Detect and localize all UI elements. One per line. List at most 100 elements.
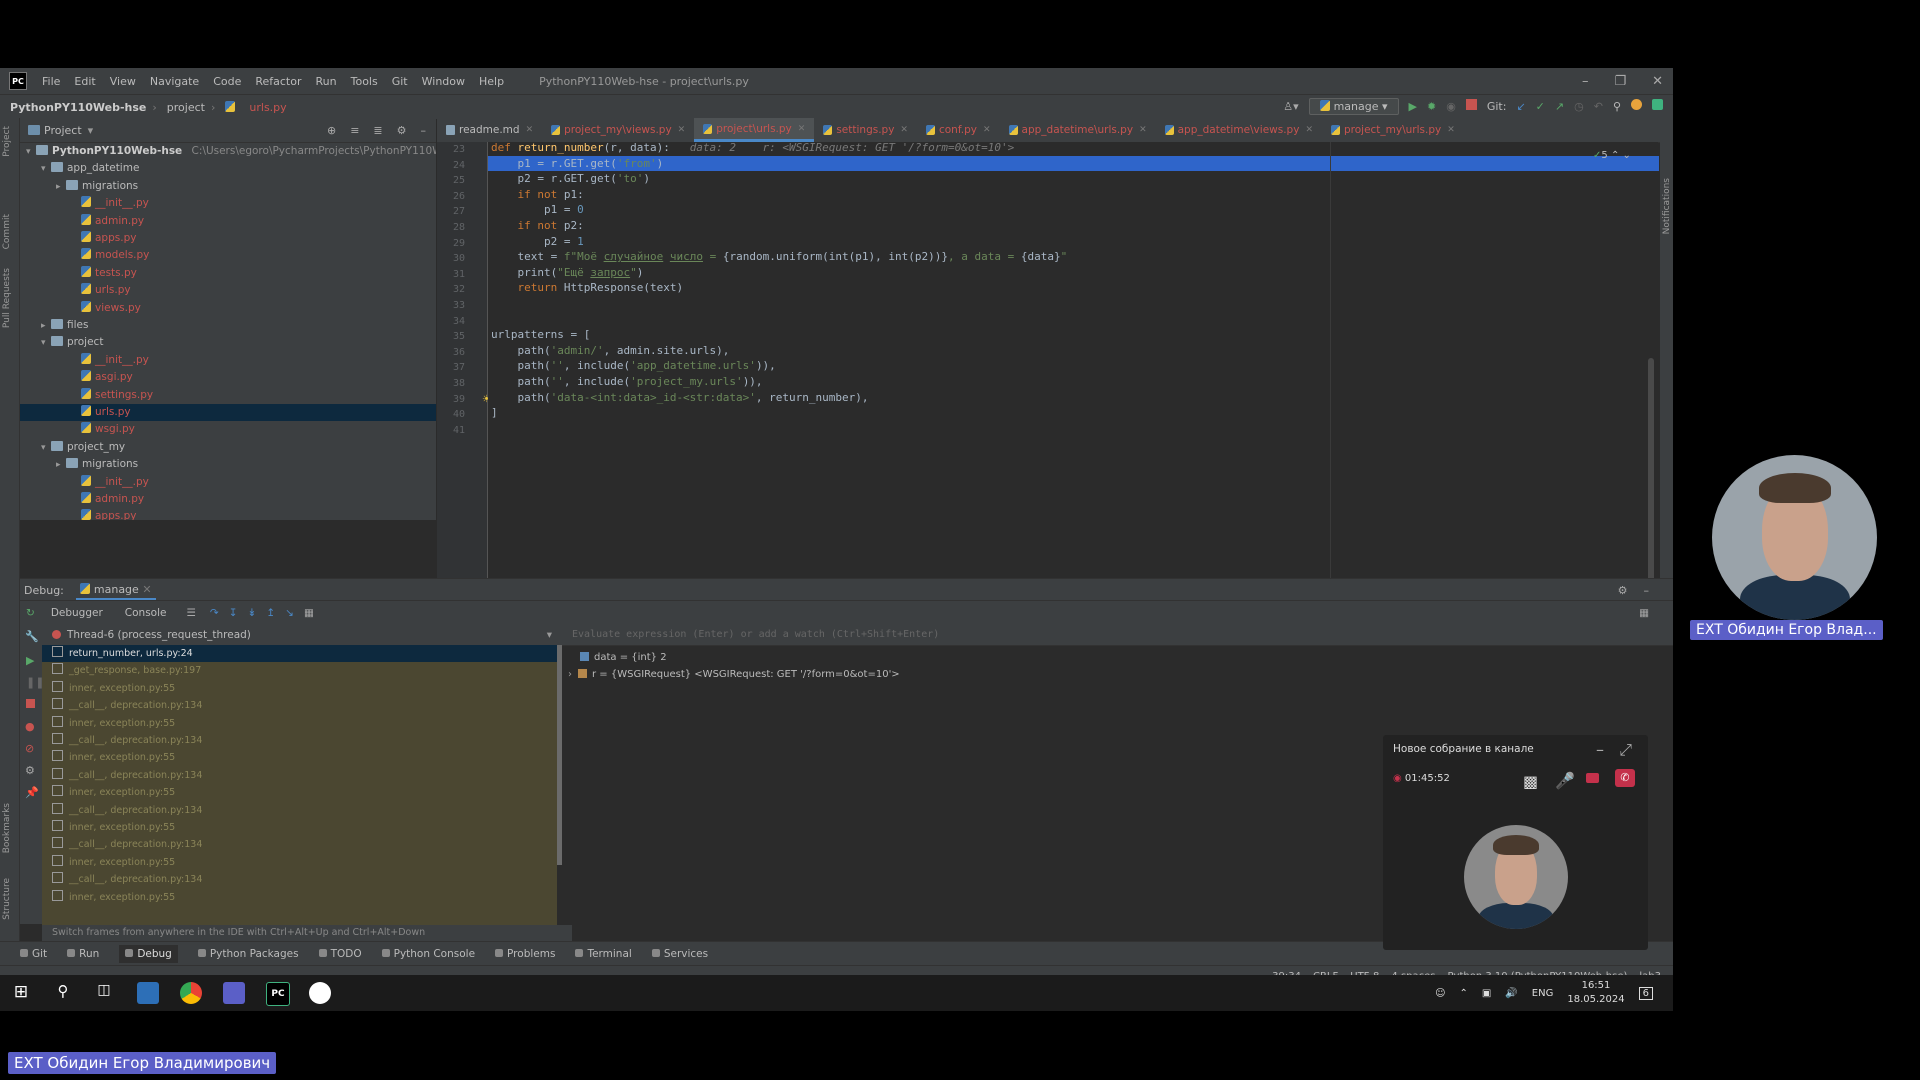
git-update-icon[interactable]: ↙ — [1516, 100, 1525, 113]
git-commit-icon[interactable]: ✓ — [1536, 100, 1545, 113]
code-line[interactable]: return HttpResponse(text) — [491, 280, 684, 296]
editor-tab[interactable]: app_datetime\urls.py ✕ — [1000, 118, 1156, 142]
tree-file[interactable]: __init__.py — [20, 352, 436, 369]
code-line[interactable]: path('admin/', admin.site.urls), — [491, 343, 729, 359]
language-indicator[interactable]: ENG — [1532, 988, 1554, 999]
tree-folder[interactable]: ▸ migrations — [20, 178, 436, 195]
layout-icon[interactable]: ☰ — [186, 607, 195, 619]
code-line[interactable]: p1 = 0 — [491, 202, 584, 218]
variable-data[interactable]: data = {int} 2 — [580, 652, 667, 663]
tab-active[interactable]: project\urls.py ✕ — [694, 118, 815, 142]
call-minimize-icon[interactable]: – — [1596, 740, 1604, 759]
thread-selector[interactable]: Thread-6 (process_request_thread) ▾ — [42, 624, 562, 646]
code-line[interactable]: p2 = r.GET.get('to') — [491, 171, 649, 187]
search-icon[interactable]: ⚲ — [52, 982, 74, 1004]
chevron-down-icon[interactable]: ▾ — [41, 335, 51, 352]
chevron-right-icon[interactable]: ▸ — [41, 318, 51, 335]
task-view-icon[interactable]: ◫ — [93, 982, 115, 1004]
step-into-my-code-icon[interactable]: ↡ — [248, 607, 257, 619]
current-execution-line[interactable]: p1 = r.GET.get('from') — [488, 155, 1659, 172]
stack-frame[interactable]: __call__, deprecation.py:134 — [42, 836, 557, 853]
layout-grid-icon[interactable]: ▦ — [1639, 607, 1649, 619]
stack-frame[interactable]: __call__, deprecation.py:134 — [42, 871, 557, 888]
camera-off-icon[interactable]: ▩ — [1523, 772, 1538, 791]
tool-window-todo[interactable]: TODO — [318, 948, 362, 960]
view-breakpoints-icon[interactable]: ● — [25, 720, 35, 733]
editor-tab[interactable]: readme.md ✕ — [437, 118, 542, 142]
settings-gear-icon[interactable]: ⚙ — [397, 124, 407, 137]
stack-frame[interactable]: inner, exception.py:55 — [42, 749, 557, 766]
debug-icon[interactable]: ✹ — [1427, 100, 1436, 113]
search-everywhere-icon[interactable]: ⚲ — [1613, 100, 1621, 113]
debug-gear-icon[interactable]: ⚙ — [25, 764, 35, 777]
tree-file[interactable]: models.py — [20, 247, 436, 264]
tree-file[interactable]: tests.py — [20, 265, 436, 282]
menu-window[interactable]: Window — [415, 75, 472, 88]
obs-icon[interactable] — [309, 982, 331, 1004]
hang-up-icon[interactable]: ✆ — [1615, 769, 1635, 787]
debug-session-tab[interactable]: manage ✕ — [75, 581, 156, 600]
menu-run[interactable]: Run — [309, 75, 344, 88]
code-line[interactable]: text = f"Моё случайное число = {random.u… — [491, 249, 1067, 265]
tab-close-icon[interactable]: ✕ — [900, 125, 908, 135]
project-tool-label[interactable]: Project — [2, 126, 12, 157]
tab-close-icon[interactable]: ✕ — [1305, 125, 1313, 135]
step-into-icon[interactable]: ↧ — [229, 607, 238, 619]
restore-icon[interactable]: ❐ — [1614, 74, 1626, 89]
commit-tool-label[interactable]: Commit — [2, 214, 12, 249]
coverage-icon[interactable]: ◉ — [1446, 100, 1456, 113]
run-config-selector[interactable]: manage ▾ — [1308, 97, 1399, 115]
editor-tab[interactable]: settings.py ✕ — [814, 118, 917, 142]
debug-hide-icon[interactable]: – — [1644, 584, 1650, 597]
tab-close-icon[interactable]: ✕ — [678, 125, 686, 135]
code-line[interactable]: ] — [491, 405, 498, 421]
notifications-icon[interactable]: 6 — [1638, 986, 1653, 1000]
locate-file-icon[interactable]: ⊕ — [327, 124, 336, 137]
tree-file[interactable]: urls.py — [20, 404, 436, 421]
code-line[interactable]: if not p2: — [491, 218, 584, 234]
mute-breakpoints-icon[interactable]: ⊘ — [25, 742, 34, 755]
chevron-down-icon[interactable]: ▾ — [41, 440, 51, 457]
breadcrumb-folder[interactable]: project — [167, 101, 205, 114]
tray-chevron-icon[interactable]: ⌃ — [1460, 988, 1468, 999]
chevron-right-icon[interactable]: ▸ — [56, 179, 66, 196]
menu-help[interactable]: Help — [472, 75, 511, 88]
tool-window-services[interactable]: Services — [651, 948, 708, 960]
code-line[interactable]: path('', include('app_datetime.urls')), — [491, 358, 775, 374]
tree-folder[interactable]: ▸ migrations — [20, 456, 436, 473]
code-line[interactable]: urlpatterns = [ — [491, 327, 590, 343]
stack-frame[interactable]: __call__, deprecation.py:134 — [42, 697, 557, 714]
variable-r[interactable]: › r = {WSGIRequest} <WSGIRequest: GET '/?… — [568, 669, 900, 680]
notifications-tool-label[interactable]: Notifications — [1662, 178, 1672, 234]
plugins-icon[interactable] — [1652, 99, 1663, 113]
editor-scrollbar[interactable] — [1648, 358, 1654, 598]
network-icon[interactable]: ▣ — [1482, 988, 1491, 999]
menu-edit[interactable]: Edit — [67, 75, 102, 88]
menu-refactor[interactable]: Refactor — [248, 75, 308, 88]
tree-file[interactable]: urls.py — [20, 282, 436, 299]
tree-folder[interactable]: ▾ app_datetime — [20, 160, 436, 177]
stack-frame[interactable]: _get_response, base.py:197 — [42, 662, 557, 679]
pinned-app-icon[interactable] — [137, 982, 159, 1004]
tab-close-icon[interactable]: ✕ — [1447, 125, 1455, 135]
menu-navigate[interactable]: Navigate — [143, 75, 206, 88]
tool-window-terminal[interactable]: Terminal — [575, 948, 632, 960]
share-screen-icon[interactable] — [1586, 773, 1599, 783]
tree-folder[interactable]: ▾ project_my — [20, 439, 436, 456]
teams-icon[interactable] — [223, 982, 245, 1004]
debug-settings-icon[interactable]: ⚙ — [1618, 584, 1628, 597]
code-line[interactable]: print("Ещё запрос") — [491, 265, 643, 281]
wrench-icon[interactable]: 🔧 — [25, 630, 39, 643]
tab-console[interactable]: Console — [125, 607, 167, 619]
tree-root[interactable]: ▾ PythonPY110Web-hse C:\Users\egoro\Pycha… — [20, 143, 436, 160]
tree-file[interactable]: admin.py — [20, 213, 436, 230]
tree-file[interactable]: wsgi.py — [20, 421, 436, 438]
history-icon[interactable]: ◷ — [1574, 100, 1584, 113]
stack-frame[interactable]: return_number, urls.py:24 — [42, 645, 557, 662]
people-icon[interactable]: ☺ — [1435, 988, 1445, 999]
stack-frame[interactable]: __call__, deprecation.py:134 — [42, 802, 557, 819]
editor-tab[interactable]: project_my\views.py ✕ — [542, 118, 694, 142]
microphone-icon[interactable]: 🎤 — [1555, 771, 1575, 790]
stop-icon[interactable] — [1465, 99, 1477, 113]
stop-debug-icon[interactable] — [26, 698, 35, 711]
